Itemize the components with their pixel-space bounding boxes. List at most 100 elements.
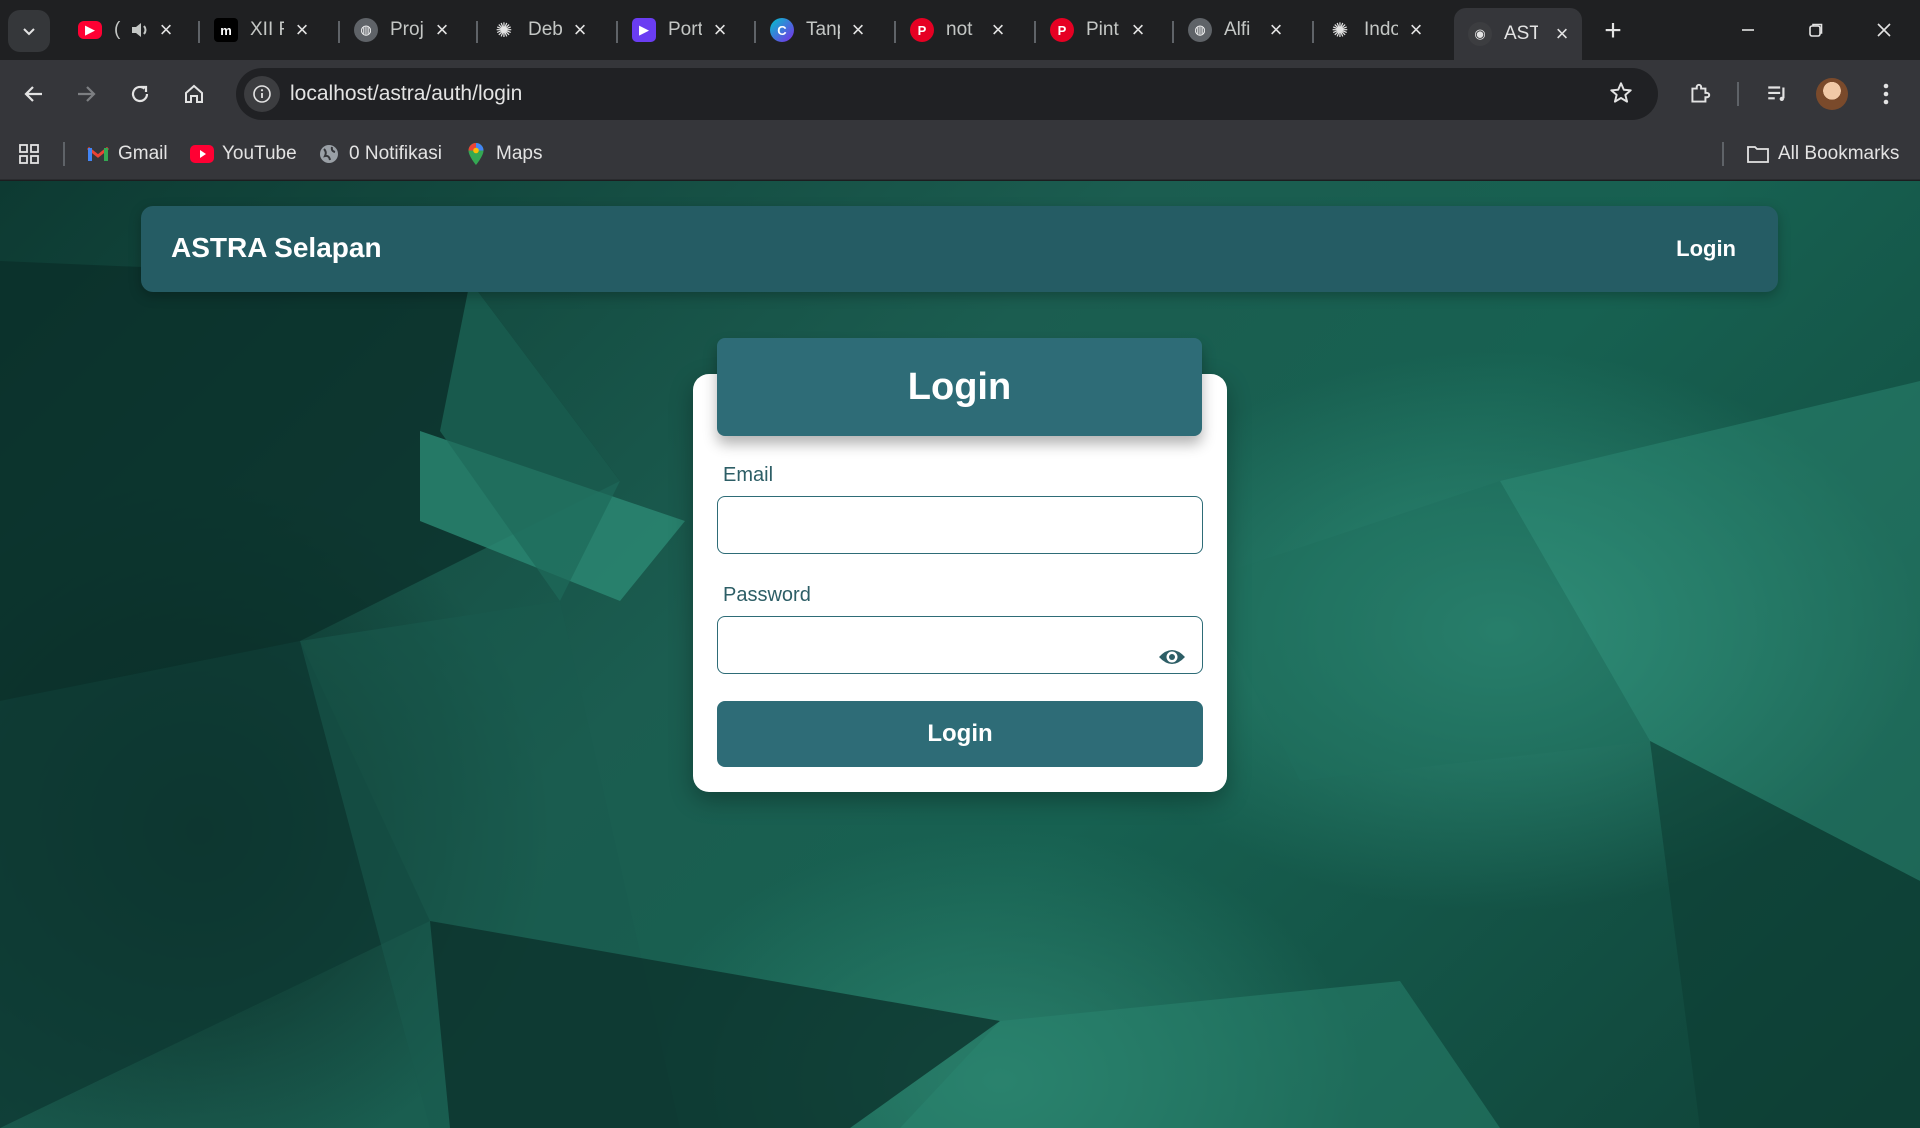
arrow-right-icon (78, 86, 96, 102)
close-tab-icon[interactable]: × (568, 17, 592, 42)
address-url[interactable]: localhost/astra/auth/login (290, 82, 522, 106)
minimize-button[interactable] (1726, 10, 1770, 50)
tab-divider (1034, 21, 1036, 43)
youtube-icon (190, 142, 214, 166)
bookmarks-divider (63, 142, 65, 166)
tab-divider (894, 21, 896, 43)
tab-title: AST (1504, 23, 1538, 44)
browser-menu-button[interactable] (1866, 74, 1906, 114)
email-label: Email (723, 464, 774, 486)
tab-alfi[interactable]: ◍ Alfi × (1172, 12, 1296, 48)
home-button[interactable] (174, 74, 214, 114)
password-label: Password (723, 584, 811, 606)
tab-title: not (946, 19, 973, 40)
tab-divider (754, 21, 756, 43)
profile-avatar[interactable] (1816, 78, 1848, 110)
back-button[interactable] (14, 74, 54, 114)
all-bookmarks-button[interactable]: All Bookmarks (1746, 140, 1899, 168)
site-brand[interactable]: ASTRA Selapan (171, 232, 382, 264)
page-viewport: ASTRA Selapan Login Login Email Password… (0, 181, 1920, 1128)
email-field[interactable] (717, 496, 1203, 554)
tab-not[interactable]: P not × (894, 12, 1018, 48)
close-tab-icon[interactable]: × (1404, 17, 1428, 42)
nav-login-link[interactable]: Login (1676, 236, 1736, 262)
close-window-button[interactable] (1862, 10, 1906, 50)
tab-search-button[interactable] (8, 10, 50, 52)
forward-button[interactable] (66, 74, 106, 114)
close-tab-icon[interactable]: × (708, 17, 732, 42)
minimize-icon (1742, 29, 1754, 31)
folder-icon (1746, 142, 1770, 166)
tab-tanp[interactable]: C Tanp × (754, 12, 878, 48)
tab-xii[interactable]: m XII F × (198, 12, 322, 48)
bookmark-label: 0 Notifikasi (349, 143, 442, 164)
tab-title: ( (114, 19, 121, 40)
bookmarks-bar: Gmail YouTube 0 Notifikasi Maps All Book… (0, 128, 1920, 180)
globe-icon: ◍ (354, 18, 378, 42)
address-bar[interactable]: localhost/astra/auth/login (236, 68, 1658, 120)
close-tab-icon[interactable]: × (846, 17, 870, 42)
all-bookmarks-label: All Bookmarks (1778, 143, 1900, 164)
site-favicon: ◉ (1468, 22, 1492, 46)
puzzle-icon (1691, 83, 1711, 103)
bookmark-star-button[interactable] (1608, 80, 1634, 111)
close-tab-icon[interactable]: × (154, 17, 178, 42)
login-card-header: Login (717, 338, 1202, 436)
tab-title: Deb (528, 19, 562, 40)
apps-button[interactable] (18, 140, 40, 168)
close-icon (1877, 23, 1891, 37)
tab-divider (1172, 21, 1174, 43)
tab-title: Tanp (806, 19, 840, 40)
tab-youtube[interactable]: ▶ ( × (64, 12, 186, 48)
reload-button[interactable] (120, 74, 160, 114)
close-tab-icon[interactable]: × (1126, 17, 1150, 42)
tab-indo[interactable]: ✺ Indo × (1312, 12, 1436, 48)
home-icon (185, 84, 203, 103)
bookmark-youtube[interactable]: YouTube (190, 140, 297, 168)
close-tab-icon[interactable]: × (986, 17, 1010, 42)
tab-title: Alfi (1224, 19, 1251, 40)
bookmarks-divider (1722, 142, 1724, 166)
tab-title: Pint (1086, 19, 1119, 40)
tab-divider (338, 21, 340, 43)
tab-port[interactable]: ▶ Port × (616, 12, 740, 48)
video-icon: ▶ (632, 18, 656, 42)
openai-icon: ✺ (1331, 19, 1349, 42)
login-submit-button[interactable]: Login (717, 701, 1203, 767)
info-icon (253, 85, 271, 103)
new-tab-button[interactable]: + (1596, 14, 1630, 48)
password-field[interactable] (717, 616, 1203, 674)
close-tab-icon[interactable]: × (290, 17, 314, 42)
chevron-down-icon (23, 28, 35, 36)
bookmark-gmail[interactable]: Gmail (86, 140, 168, 168)
close-tab-icon[interactable]: × (430, 17, 454, 42)
openai-icon: ✺ (495, 19, 513, 42)
restore-button[interactable] (1794, 10, 1838, 50)
arrow-left-icon (24, 86, 42, 102)
toggle-password-visibility[interactable] (1157, 646, 1187, 668)
tab-title: Proj (390, 19, 424, 40)
close-tab-icon[interactable]: × (1264, 17, 1288, 42)
close-tab-icon[interactable]: × (1550, 21, 1574, 46)
bookmark-label: Gmail (118, 143, 168, 164)
tab-astra-active[interactable]: ◉ AST × (1454, 8, 1582, 60)
restore-icon (1809, 23, 1823, 37)
bookmark-label: YouTube (222, 143, 297, 164)
tab-pint[interactable]: P Pint × (1034, 12, 1158, 48)
extensions-button[interactable] (1680, 74, 1720, 114)
tab-proj[interactable]: ◍ Proj × (338, 12, 462, 48)
site-info-button[interactable] (244, 76, 280, 112)
bookmark-maps[interactable]: Maps (464, 140, 542, 168)
tab-deb[interactable]: ✺ Deb × (476, 12, 600, 48)
reload-icon (131, 85, 149, 103)
browser-toolbar: localhost/astra/auth/login (0, 60, 1920, 128)
bookmark-notifikasi[interactable]: 0 Notifikasi (317, 140, 442, 168)
tab-divider (616, 21, 618, 43)
tab-divider (1312, 21, 1314, 43)
media-control-button[interactable] (1758, 74, 1798, 114)
canva-icon: C (770, 18, 794, 42)
kebab-menu-icon (1883, 83, 1889, 105)
gmail-icon (86, 142, 110, 166)
globe-icon: ◍ (1188, 18, 1212, 42)
login-title: Login (907, 365, 1012, 408)
